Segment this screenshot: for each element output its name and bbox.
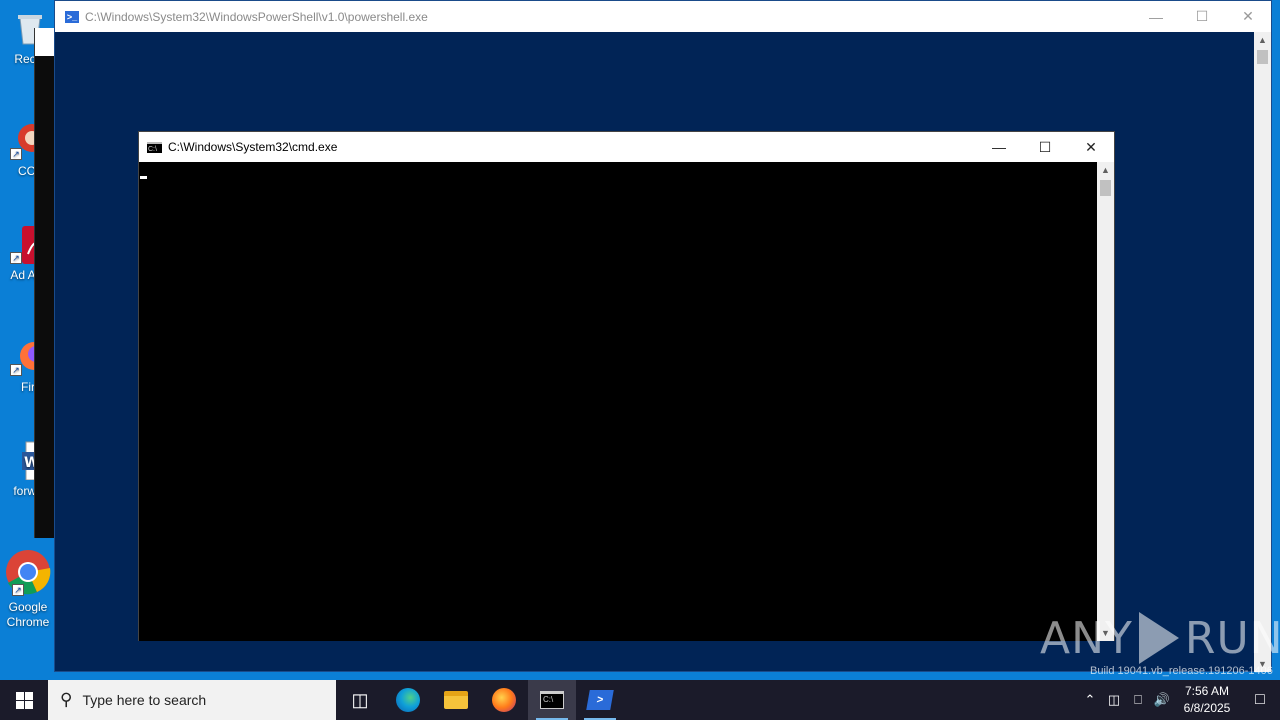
cmd-icon: C:\ [540,691,564,709]
powershell-titlebar[interactable]: >_ C:\Windows\System32\WindowsPowerShell… [55,1,1271,32]
notification-icon[interactable]: □ [1240,691,1280,709]
minimize-button[interactable]: — [1133,1,1179,32]
shortcut-arrow-icon: ↗ [10,364,22,376]
task-view-icon: ◫ [351,689,369,710]
start-button[interactable] [0,680,48,720]
firefox-icon [492,688,516,712]
taskbar-file-explorer[interactable] [432,680,480,720]
desktop: Recy ↗ CCl ↗ Ad Acr ↗ Fir W forwa ↗ Goog… [0,0,1280,680]
system-tray: ⌃ ◫ ⎕ 🔊 7:56 AM 6/8/2025 □ [1078,680,1280,720]
powershell-scrollbar[interactable]: ▲ ▼ [1254,32,1271,672]
powershell-icon: > [586,690,614,710]
cmd-console-area[interactable] [139,162,1099,641]
text-cursor [140,176,147,179]
taskbar: ⚲ Type here to search ◫ C:\ > ⌃ ◫ ⎕ 🔊 7:… [0,680,1280,720]
clock-time: 7:56 AM [1184,684,1230,698]
cmd-window[interactable]: C:\ C:\Windows\System32\cmd.exe — ☐ ✕ ▲ … [138,131,1115,641]
minimize-button[interactable]: — [976,132,1022,162]
scroll-up-icon[interactable]: ▲ [1097,162,1114,178]
chevron-up-icon[interactable]: ⌃ [1078,692,1102,708]
shortcut-arrow-icon: ↗ [12,584,24,596]
scroll-up-icon[interactable]: ▲ [1254,32,1271,48]
powershell-window-title: C:\Windows\System32\WindowsPowerShell\v1… [85,9,428,24]
edge-icon [396,688,420,712]
cmd-icon: C:\ [147,141,162,153]
watermark-text-left: ANY [1040,612,1133,664]
chrome-icon: ↗ [4,548,52,596]
taskbar-powershell[interactable]: > [576,680,624,720]
build-info: Build 19041.vb_release.191206-1406 [1090,665,1273,677]
taskbar-firefox[interactable] [480,680,528,720]
cmd-scrollbar[interactable]: ▲ ▼ [1097,162,1114,641]
close-button[interactable]: ✕ [1068,132,1114,162]
close-button[interactable]: ✕ [1225,1,1271,32]
scrollbar-thumb[interactable] [1257,50,1268,64]
network-icon[interactable]: ⎕ [1126,692,1150,708]
cmd-window-title: C:\Windows\System32\cmd.exe [168,140,338,154]
search-placeholder: Type here to search [82,692,207,708]
desktop-icon-label: Google Chrome [6,600,50,629]
taskbar-search-box[interactable]: ⚲ Type here to search [48,680,336,720]
windows-logo-icon [15,691,33,709]
shortcut-arrow-icon: ↗ [10,252,22,264]
powershell-icon: >_ [65,10,79,23]
taskbar-task-view[interactable]: ◫ [336,680,384,720]
anyrun-watermark: ANY RUN [1040,612,1280,664]
scrollbar-thumb[interactable] [1100,180,1111,196]
device-icon[interactable]: ◫ [1102,692,1126,708]
maximize-button[interactable]: ☐ [1179,1,1225,32]
folder-icon [444,691,468,709]
cmd-titlebar[interactable]: C:\ C:\Windows\System32\cmd.exe — ☐ ✕ [139,132,1114,162]
shortcut-arrow-icon: ↗ [10,148,22,160]
watermark-text-right: RUN [1184,612,1280,664]
search-icon: ⚲ [60,690,73,709]
taskbar-edge[interactable] [384,680,432,720]
play-logo-icon [1138,612,1179,664]
desktop-icon-chrome[interactable]: ↗ Google Chrome [0,548,56,630]
maximize-button[interactable]: ☐ [1022,132,1068,162]
volume-icon[interactable]: 🔊 [1150,692,1174,708]
clock-date: 6/8/2025 [1183,701,1231,715]
taskbar-cmd[interactable]: C:\ [528,680,576,720]
taskbar-clock[interactable]: 7:56 AM 6/8/2025 [1174,683,1240,717]
